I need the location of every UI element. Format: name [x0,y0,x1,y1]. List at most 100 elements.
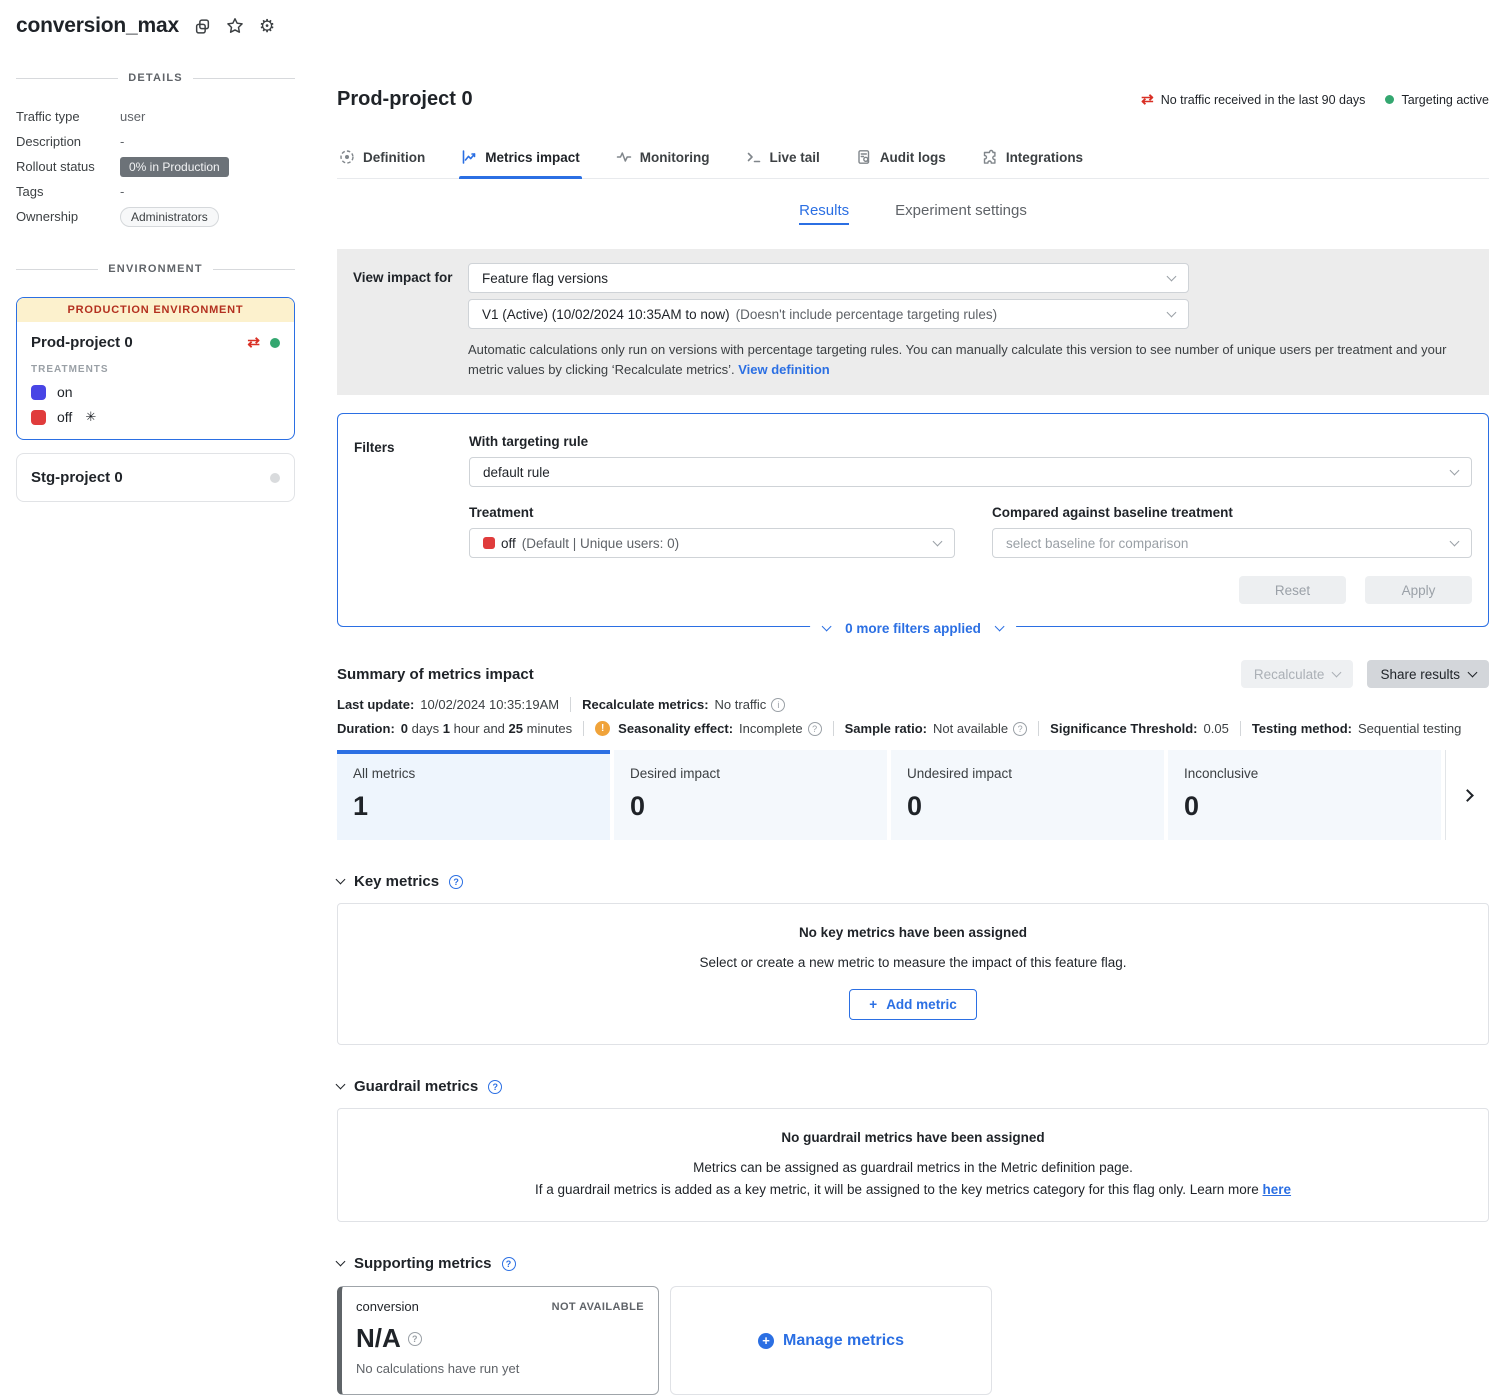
detail-value: user [120,109,145,124]
divider [833,721,834,736]
recalculate-button[interactable]: Recalculate [1241,660,1354,688]
flag-sidebar: conversion_max ⚙ DETAILS Traffic type us… [0,0,315,502]
gear-icon[interactable]: ⚙ [259,17,275,35]
manage-metrics-card[interactable]: + Manage metrics [670,1286,992,1395]
ownership-pill[interactable]: Administrators [120,207,219,227]
add-metric-button[interactable]: + Add metric [849,989,976,1020]
more-filters-toggle[interactable]: 0 more filters applied [810,621,1016,636]
metric-card-conversion[interactable]: conversion NOT AVAILABLE N/A ? No calcul… [337,1286,659,1395]
metric-status-badge: NOT AVAILABLE [552,1301,644,1313]
treatment-off-label: off [57,409,72,425]
detail-row-traffic-type: Traffic type user [16,104,295,129]
version-select[interactable]: V1 (Active) (10/02/2024 10:35AM to now) … [468,299,1189,329]
info-circle-icon[interactable]: i [771,698,785,712]
tab-monitoring[interactable]: Monitoring [614,143,712,178]
detail-label: Rollout status [16,159,120,174]
guardrail-note: If a guardrail metrics is added as a key… [358,1182,1468,1197]
detail-row-rollout-status: Rollout status 0% in Production [16,154,295,179]
detail-row-description: Description - [16,129,295,154]
cards-next-button[interactable] [1445,750,1489,840]
traffic-swap-icon: ⇄ [1141,92,1154,107]
divider [1240,721,1241,736]
flag-name: conversion_max [16,14,179,38]
tab-metrics-impact[interactable]: Metrics impact [459,143,582,178]
help-circle-icon[interactable]: ? [408,1332,422,1346]
view-impact-panel: View impact for Feature flag versions V1… [337,249,1489,395]
key-metrics-empty-card: No key metrics have been assigned Select… [337,903,1489,1045]
baseline-select[interactable]: select baseline for comparison [992,528,1472,558]
treatment-on-label: on [57,384,73,400]
environment-header: Prod-project 0 ⇄ No traffic received in … [337,88,1489,111]
learn-more-link[interactable]: here [1263,1182,1292,1197]
production-environment-card[interactable]: PRODUCTION ENVIRONMENT Prod-project 0 ⇄ … [16,297,295,440]
help-circle-icon[interactable]: ? [488,1080,502,1094]
details-divider: DETAILS [16,72,295,84]
help-circle-icon[interactable]: ? [808,722,822,736]
star-icon[interactable] [226,17,244,35]
card-desired-impact[interactable]: Desired impact 0 [614,750,887,840]
subtab-results[interactable]: Results [799,202,849,225]
card-inconclusive[interactable]: Inconclusive 0 [1168,750,1441,840]
puzzle-icon [982,149,998,165]
detail-row-ownership: Ownership Administrators [16,204,295,229]
metric-value: N/A [356,1323,401,1354]
chevron-down-icon [1468,667,1478,677]
detail-value: - [120,184,124,199]
detail-label: Traffic type [16,109,120,124]
environment-heading: ENVIRONMENT [108,263,202,275]
detail-label: Tags [16,184,120,199]
card-undesired-impact[interactable]: Undesired impact 0 [891,750,1164,840]
view-definition-link[interactable]: View definition [738,362,830,377]
share-results-button[interactable]: Share results [1367,660,1489,688]
manage-metrics-link[interactable]: + Manage metrics [758,1332,904,1350]
targeting-rule-select[interactable]: default rule [469,457,1472,487]
main-content: Prod-project 0 ⇄ No traffic received in … [315,0,1510,1395]
chevron-down-icon [1450,536,1460,546]
metric-name: conversion [356,1299,419,1314]
copy-icon[interactable] [194,18,211,35]
guardrail-metrics-title: Guardrail metrics [354,1078,478,1095]
summary-meta-row-1: Last update: 10/02/2024 10:35:19AM Recal… [337,697,1489,712]
card-all-metrics[interactable]: All metrics 1 [337,750,610,840]
divider [570,697,571,712]
filters-panel: Filters With targeting rule default rule… [337,413,1489,627]
targeting-status: Targeting active [1385,93,1489,107]
tab-audit-logs[interactable]: Audit logs [854,143,948,178]
plus-circle-icon: + [758,1333,774,1349]
help-circle-icon[interactable]: ? [502,1257,516,1271]
filters-label: Filters [354,431,469,604]
treatments-label: TREATMENTS [31,364,280,375]
help-circle-icon[interactable]: ? [449,875,463,889]
chevron-down-icon [822,622,832,632]
chevron-down-icon [1167,307,1177,317]
collapse-chevron-icon[interactable] [336,875,346,885]
chevron-down-icon [933,536,943,546]
summary-header: Summary of metrics impact Recalculate Sh… [337,660,1489,688]
tab-integrations[interactable]: Integrations [980,143,1085,178]
details-rows: Traffic type user Description - Rollout … [16,104,295,229]
collapse-chevron-icon[interactable] [336,1257,346,1267]
help-circle-icon[interactable]: ? [1013,722,1027,736]
chevron-down-icon [994,622,1004,632]
tab-live-tail[interactable]: Live tail [744,143,822,178]
detail-row-tags: Tags - [16,179,295,204]
chevron-down-icon [1332,667,1342,677]
key-metrics-title: Key metrics [354,873,439,890]
staging-environment-card[interactable]: Stg-project 0 [16,453,295,502]
treatment-on-swatch [31,385,46,400]
version-hint: Automatic calculations only run on versi… [468,340,1473,380]
chevron-down-icon [1167,271,1177,281]
tab-definition[interactable]: Definition [337,143,427,178]
treatment-off-swatch [483,537,495,549]
apply-button[interactable]: Apply [1365,576,1472,604]
version-type-select[interactable]: Feature flag versions [468,263,1189,293]
subtab-experiment-settings[interactable]: Experiment settings [895,202,1027,225]
treatment-off-swatch [31,410,46,425]
treatment-select[interactable]: off (Default | Unique users: 0) [469,528,955,558]
collapse-chevron-icon[interactable] [336,1080,346,1090]
view-impact-label: View impact for [353,263,468,380]
reset-button[interactable]: Reset [1239,576,1346,604]
chevron-right-icon [1461,789,1474,802]
pulse-icon [616,149,632,165]
tab-bar: Definition Metrics impact Monitoring Liv… [337,143,1489,179]
